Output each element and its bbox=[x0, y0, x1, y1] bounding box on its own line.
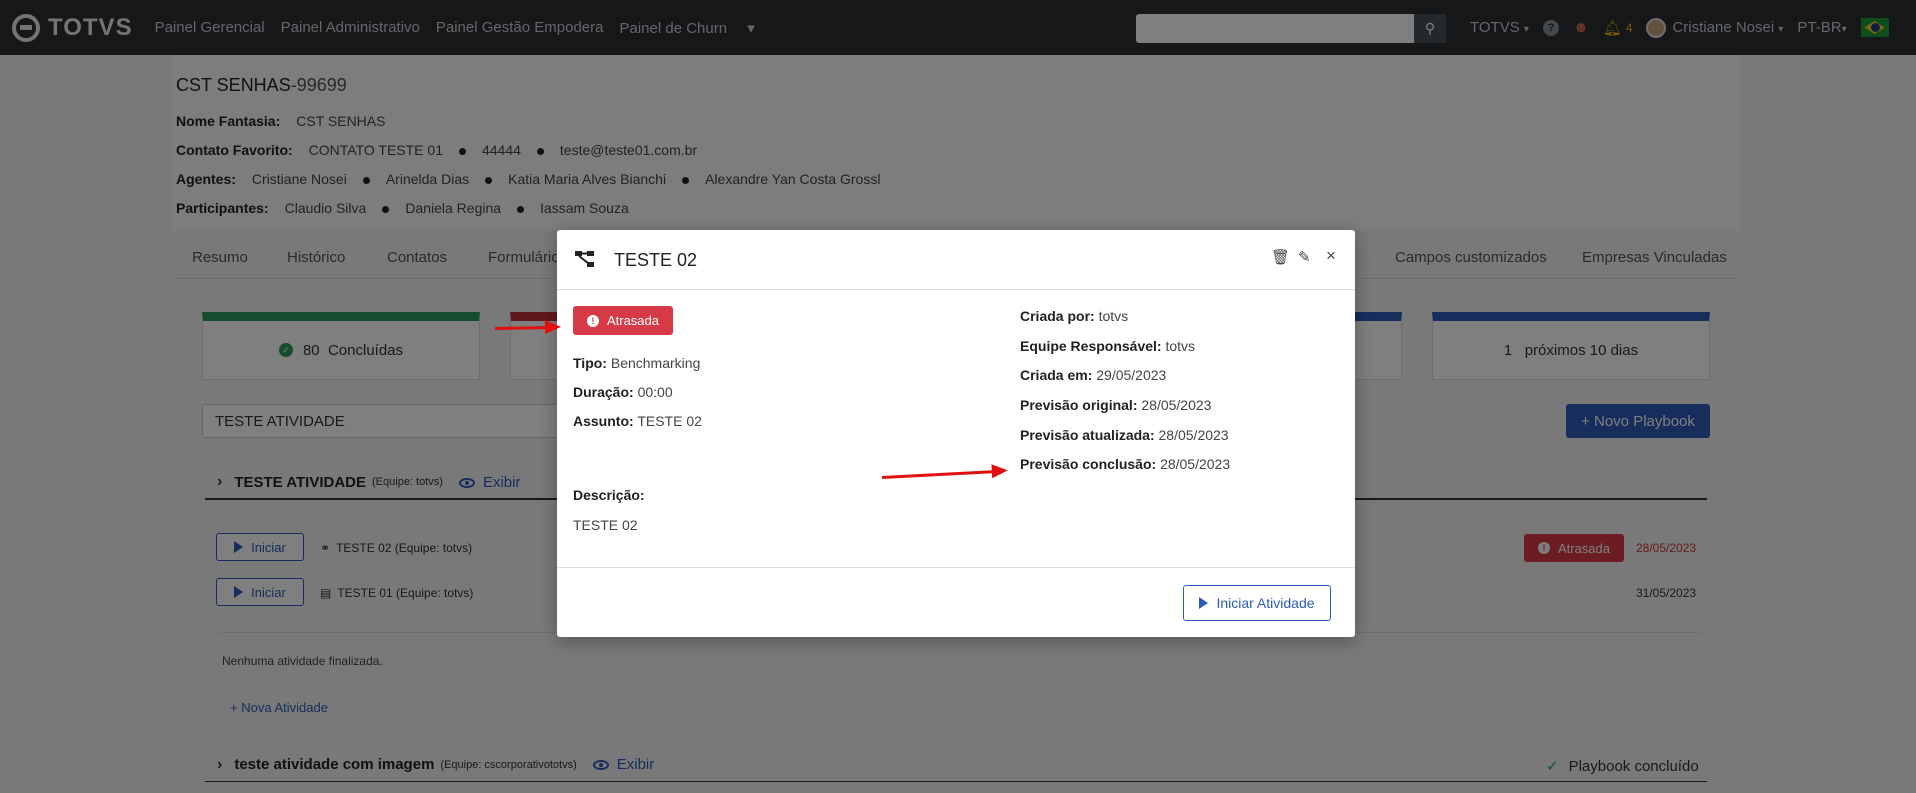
trash-icon[interactable]: 🗑︎ bbox=[1271, 248, 1290, 266]
descricao-label-text: Descrição: bbox=[573, 487, 645, 503]
status-label: Atrasada bbox=[606, 313, 660, 328]
tipo-value: Benchmarking bbox=[610, 355, 701, 371]
duracao-label: Duração: bbox=[573, 384, 634, 400]
equipe-label: Equipe Responsável: bbox=[1020, 338, 1162, 354]
previsao-atualizada-label: Previsão atualizada: bbox=[1020, 427, 1155, 443]
previsao-conclusao-label: Previsão conclusão: bbox=[1020, 456, 1157, 472]
modal-title: TESTE 02 bbox=[614, 250, 698, 270]
modal-header: TESTE 02 🗑︎ ✎ × bbox=[557, 230, 1355, 290]
tipo-field: Tipo: Benchmarking bbox=[573, 355, 700, 371]
previsao-atualizada-field: Previsão atualizada: 28/05/2023 bbox=[1020, 427, 1229, 443]
iniciar-atividade-button[interactable]: Iniciar Atividade bbox=[1183, 585, 1331, 621]
close-icon[interactable]: × bbox=[1326, 246, 1336, 266]
previsao-original-value: 28/05/2023 bbox=[1141, 397, 1212, 413]
activity-modal: TESTE 02 🗑︎ ✎ × ! Atrasada Tipo: Benchmar… bbox=[557, 230, 1355, 637]
assunto-label: Assunto: bbox=[573, 413, 634, 429]
flow-icon bbox=[575, 251, 594, 267]
edit-icon[interactable]: ✎ bbox=[1298, 248, 1311, 266]
modal-footer-divider bbox=[557, 567, 1355, 568]
descricao-value: TESTE 02 bbox=[573, 517, 638, 533]
previsao-atualizada-value: 28/05/2023 bbox=[1158, 427, 1229, 443]
criada-por-label: Criada por: bbox=[1020, 308, 1095, 324]
play-icon bbox=[1199, 597, 1209, 609]
previsao-conclusao-value: 28/05/2023 bbox=[1160, 456, 1231, 472]
previsao-conclusao-field: Previsão conclusão: 28/05/2023 bbox=[1020, 456, 1230, 472]
descricao-label: Descrição: bbox=[573, 487, 645, 503]
alert-icon: ! bbox=[586, 314, 599, 327]
assunto-field: Assunto: TESTE 02 bbox=[573, 413, 702, 429]
status-badge: ! Atrasada bbox=[573, 306, 673, 335]
criada-por-field: Criada por: totvs bbox=[1020, 308, 1128, 324]
tipo-label: Tipo: bbox=[573, 355, 607, 371]
equipe-value: totvs bbox=[1165, 338, 1196, 354]
assunto-value: TESTE 02 bbox=[637, 413, 702, 429]
duracao-field: Duração: 00:00 bbox=[573, 384, 673, 400]
iniciar-atividade-label: Iniciar Atividade bbox=[1216, 595, 1315, 611]
previsao-original-label: Previsão original: bbox=[1020, 397, 1138, 413]
annotation-arrow bbox=[494, 325, 556, 330]
criada-por-value: totvs bbox=[1098, 308, 1129, 324]
criada-em-value: 29/05/2023 bbox=[1096, 367, 1167, 383]
previsao-original-field: Previsão original: 28/05/2023 bbox=[1020, 397, 1211, 413]
duracao-value: 00:00 bbox=[637, 384, 673, 400]
criada-em-field: Criada em: 29/05/2023 bbox=[1020, 367, 1166, 383]
criada-em-label: Criada em: bbox=[1020, 367, 1093, 383]
equipe-field: Equipe Responsável: totvs bbox=[1020, 338, 1195, 354]
